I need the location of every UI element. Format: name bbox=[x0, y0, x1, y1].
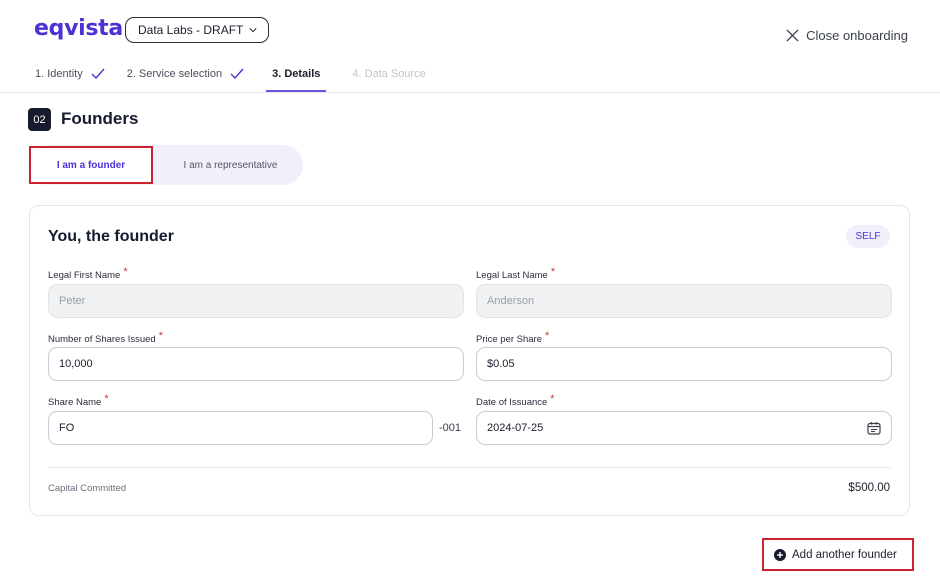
role-representative-option[interactable]: I am a representative bbox=[168, 145, 293, 185]
step-details[interactable]: 3. Details bbox=[266, 64, 327, 92]
price-per-share-label: Price per Share * bbox=[476, 330, 550, 345]
company-select[interactable]: Data Labs - DRAFT bbox=[125, 17, 269, 43]
step-data-source: 4. Data Source bbox=[352, 64, 425, 84]
founder-card: You, the founder SELF Legal First Name * … bbox=[29, 205, 910, 516]
step-label: 4. Data Source bbox=[352, 68, 426, 80]
section-title: Founders bbox=[61, 109, 139, 128]
section-number-badge: 02 bbox=[28, 108, 51, 131]
step-label: 2. Service selection bbox=[126, 68, 223, 80]
date-of-issuance-label: Date of Issuance * bbox=[476, 393, 555, 408]
plus-circle-icon bbox=[774, 548, 786, 561]
last-name-field: Anderson bbox=[476, 284, 892, 318]
calendar-icon[interactable] bbox=[867, 421, 881, 435]
header-divider bbox=[0, 92, 940, 93]
role-founder-option[interactable]: I am a founder bbox=[29, 146, 153, 184]
capital-committed-value: $500.00 bbox=[848, 482, 890, 494]
role-toggle: I am a founder I am a representative bbox=[28, 145, 303, 185]
company-select-value: Data Labs - DRAFT bbox=[138, 23, 244, 37]
last-name-label: Legal Last Name * bbox=[476, 266, 556, 281]
date-of-issuance-input[interactable]: 2024-07-25 bbox=[476, 411, 892, 445]
step-label: 1. Identity bbox=[35, 68, 83, 80]
price-per-share-input[interactable]: $0.05 bbox=[476, 347, 892, 381]
close-icon bbox=[786, 29, 799, 42]
card-divider bbox=[48, 467, 891, 468]
share-name-label: Share Name * bbox=[48, 393, 109, 408]
step-identity[interactable]: 1. Identity bbox=[35, 64, 105, 84]
add-founder-label: Add another founder bbox=[792, 548, 897, 561]
step-service-selection[interactable]: 2. Service selection bbox=[127, 64, 244, 84]
first-name-label: Legal First Name * bbox=[48, 266, 128, 281]
shares-issued-label: Number of Shares Issued * bbox=[48, 330, 164, 345]
add-another-founder-button[interactable]: Add another founder bbox=[762, 538, 914, 571]
onboarding-steps: 1. Identity 2. Service selection 3. Deta… bbox=[35, 64, 426, 92]
card-title: You, the founder bbox=[48, 228, 174, 245]
checkmark-icon bbox=[230, 68, 244, 80]
self-badge: SELF bbox=[846, 225, 890, 248]
shares-issued-input[interactable]: 10,000 bbox=[48, 347, 464, 381]
checkmark-icon bbox=[91, 68, 105, 80]
eqvista-logo: eqvista bbox=[34, 16, 123, 41]
close-onboarding-button[interactable]: Close onboarding bbox=[786, 28, 908, 43]
step-label: 3. Details bbox=[272, 68, 321, 80]
close-onboarding-label: Close onboarding bbox=[806, 28, 908, 43]
chevron-down-icon bbox=[249, 28, 257, 33]
share-name-suffix: -001 bbox=[439, 422, 462, 434]
first-name-field: Peter bbox=[48, 284, 464, 318]
capital-committed-label: Capital Committed bbox=[48, 483, 127, 494]
share-name-input[interactable]: FO bbox=[48, 411, 433, 445]
date-value: 2024-07-25 bbox=[487, 422, 544, 434]
